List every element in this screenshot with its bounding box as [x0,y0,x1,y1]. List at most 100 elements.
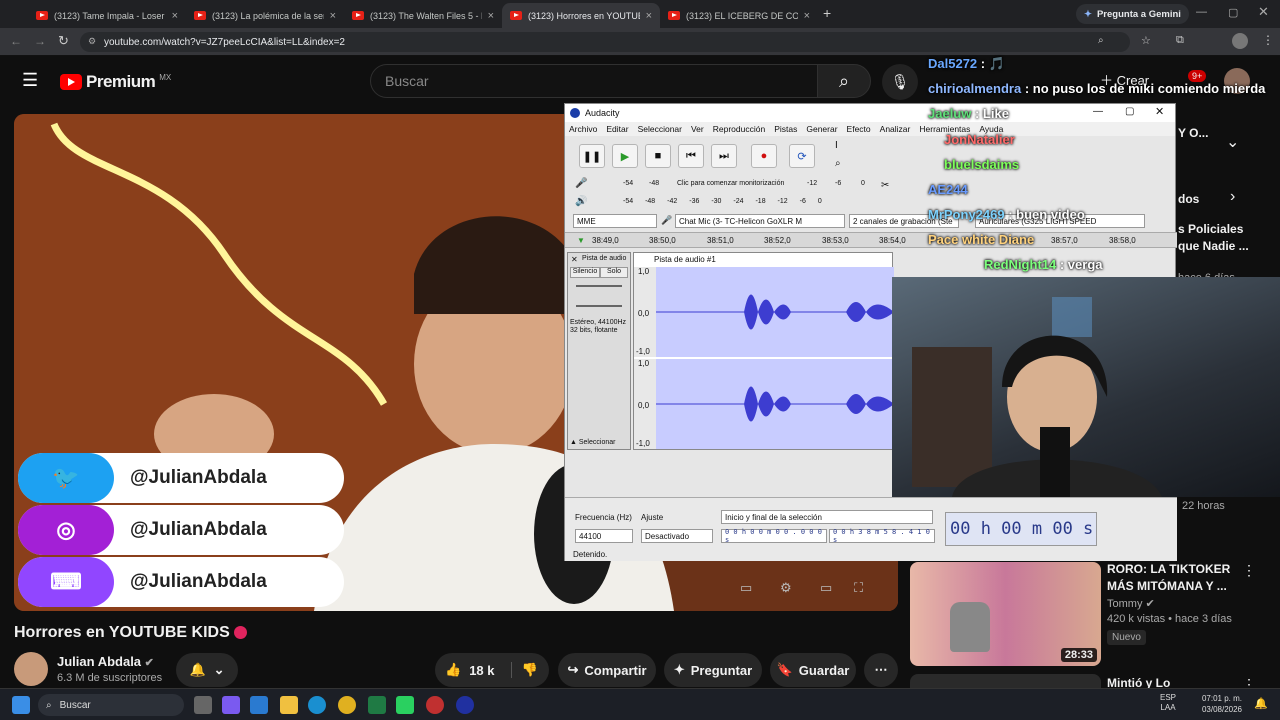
dislike-icon[interactable]: 👎 [510,662,538,678]
file-explorer-icon[interactable] [280,696,298,714]
skip-start-button[interactable]: ⏮ [678,144,704,168]
loop-button[interactable]: ⟳ [789,144,815,168]
tab-3[interactable]: (3123) The Walten Files 5 - Face × [344,3,502,28]
more-actions-button[interactable]: ⋯ [864,653,898,687]
like-icon[interactable]: 👍 [445,662,461,678]
tab-1[interactable]: (3123) Tame Impala - Loser (Of × [28,3,186,28]
pan-slider[interactable] [576,305,622,307]
selection-start-time[interactable]: 0 0 h 0 0 m 0 0 . 0 0 0 s [721,528,827,544]
menu-generar[interactable]: Generar [806,124,837,134]
subscribe-bell-button[interactable]: 🔔 ⌄ [176,653,238,687]
close-icon[interactable]: × [172,10,178,22]
stop-button[interactable]: ■ [645,144,671,168]
rec-more-dots-icon[interactable]: ⋮ [1242,562,1256,579]
edge-icon[interactable] [308,696,326,714]
app2-icon[interactable] [426,696,444,714]
zoom-icon[interactable]: ⌕ [1098,35,1104,46]
voice-search-button[interactable]: 🎙 [882,64,918,100]
play-button[interactable]: ▶ [612,144,638,168]
menu-reproduccion[interactable]: Reproducción [713,124,765,134]
selection-end-time[interactable]: 0 0 h 3 8 m 5 8 . 4 1 0 s [829,528,935,544]
audacity-taskbar-icon[interactable] [456,696,474,714]
app-icon[interactable] [396,696,414,714]
close-icon[interactable]: × [804,10,810,22]
miniplayer-icon[interactable]: ▭ [740,580,752,596]
snap-select[interactable]: Desactivado [641,529,713,543]
record-button[interactable]: ● [751,144,777,168]
chevron-down-icon[interactable]: ⌄ [1226,132,1239,152]
menu-archivo[interactable]: Archivo [569,124,597,134]
close-icon[interactable]: ✕ [1155,105,1164,118]
rec-thumbnail[interactable]: 28:33 [910,562,1101,666]
youtube-logo[interactable]: Premium MX [60,72,171,92]
menu-editar[interactable]: Editar [606,124,628,134]
close-window-icon[interactable]: ✕ [1258,4,1269,20]
select-tool-icon[interactable]: I [835,140,838,151]
chip-partial[interactable]: dos [1178,192,1199,206]
windows-start-icon[interactable] [12,696,30,714]
menu-efecto[interactable]: Efecto [847,124,871,134]
cut-icon[interactable]: ✂ [881,180,889,191]
chrome-icon[interactable] [338,696,356,714]
rec-title-line2[interactable]: MÁS MITÓMANA Y ... [1107,579,1227,593]
rec-channel[interactable]: Tommy ✔ [1107,597,1155,610]
gemini-button[interactable]: ✦ Pregunta a Gemini [1076,4,1189,24]
profile-avatar[interactable] [1232,33,1248,49]
url-field[interactable]: ⚙ youtube.com/watch?v=JZ7peeLcCIA&list=LL… [80,32,1130,52]
excel-icon[interactable] [368,696,386,714]
menu-ver[interactable]: Ver [691,124,704,134]
site-info-icon[interactable]: ⚙ [88,36,96,47]
waveform-left-channel[interactable] [656,267,894,357]
like-count[interactable]: 18 k [469,663,494,678]
bookmark-star-icon[interactable]: ☆ [1141,34,1151,47]
close-icon[interactable]: × [330,10,336,22]
rec1-title-line2[interactable]: que Nadie ... [1178,239,1249,253]
menu-pistas[interactable]: Pistas [774,124,797,134]
next-thumbnail-partial[interactable] [910,674,1101,688]
task-view-icon[interactable] [194,696,212,714]
settings-gear-icon[interactable]: ⚙ [780,580,792,596]
notifications-icon[interactable]: 🔔 [1254,697,1268,710]
channel-avatar[interactable] [14,652,48,686]
waveform-right-channel[interactable] [656,359,894,449]
solo-button[interactable]: Solo [600,267,628,278]
maximize-icon[interactable]: ▢ [1125,106,1134,117]
minimize-icon[interactable]: — [1196,6,1207,18]
select-track-button[interactable]: ▲ Seleccionar [570,439,615,446]
maximize-icon[interactable]: ▢ [1228,6,1238,19]
zoom-tool-icon[interactable]: ⌕ [835,158,841,169]
channel-name[interactable]: Julian Abdala ✔ [57,654,154,669]
store-icon[interactable] [250,696,268,714]
search-button[interactable]: ⌕ [817,64,871,98]
track-close-icon[interactable]: ✕ [571,255,578,264]
menu-dots-icon[interactable]: ⋮ [1262,33,1274,47]
save-button[interactable]: 🔖 Guardar [770,653,856,687]
monitor-hint[interactable]: Clic para comenzar monitorización [677,180,784,187]
rec1-title-line1[interactable]: s Policiales [1178,222,1243,236]
new-tab-button[interactable]: + [823,5,831,21]
close-icon[interactable]: × [646,10,652,22]
hamburger-menu-icon[interactable]: ☰ [22,70,38,91]
share-button[interactable]: ↪ Compartir [558,653,656,687]
tab-4-active[interactable]: (3123) Horrores en YOUTUBE KI × [502,3,660,28]
taskbar-search[interactable]: ⌕ Buscar [38,694,184,716]
host-select[interactable]: MME [573,214,657,228]
input-device-select[interactable]: Chat Mic (3- TC-Helicon GoXLR M [675,214,845,228]
copilot-icon[interactable] [222,696,240,714]
track-name-menu[interactable]: Pista de audio [582,255,626,262]
minimize-icon[interactable]: — [1093,106,1103,117]
selection-mode-select[interactable]: Inicio y final de la selección [721,510,933,524]
pause-button[interactable]: ❚❚ [579,144,605,168]
big-time-display[interactable]: 00 h 00 m 00 s [945,512,1097,546]
frequency-select[interactable]: 44100 [575,529,633,543]
fullscreen-icon[interactable]: ⛶ [854,580,863,596]
chevron-right-icon[interactable]: › [1230,188,1235,206]
menu-analizar[interactable]: Analizar [880,124,911,134]
gain-slider[interactable] [576,285,622,287]
timeline-ruler[interactable]: ▼ 38:49,0 38:50,0 38:51,0 38:52,0 38:53,… [565,232,1177,248]
theater-mode-icon[interactable]: ▭ [820,580,832,596]
waveform-panel[interactable]: Pista de audio #1 1,0 0,0 -1,0 1,0 0,0 -… [633,252,894,450]
close-icon[interactable]: × [488,10,494,22]
clock[interactable]: 07:01 p. m. 03/08/2026 [1198,693,1242,715]
back-icon[interactable]: ← [10,34,22,48]
